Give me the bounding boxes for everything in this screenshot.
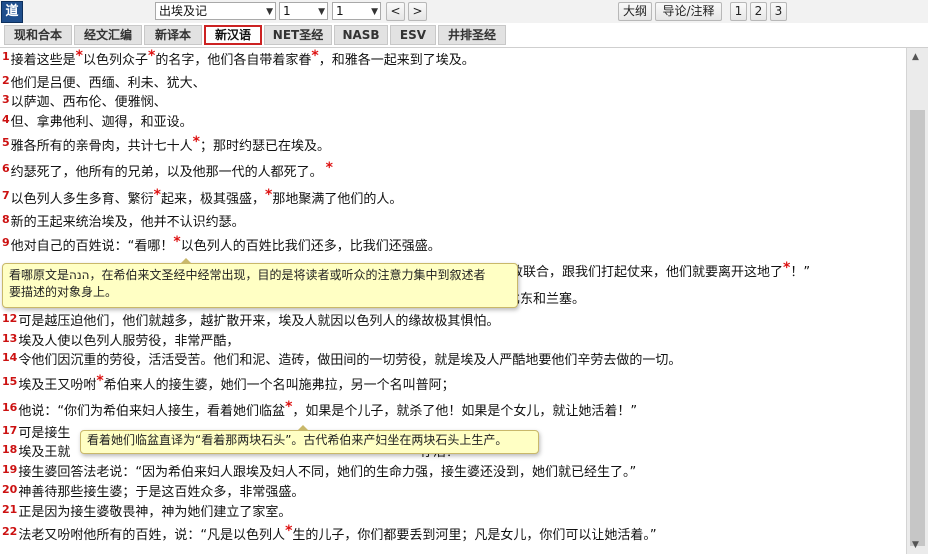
footnote-star-icon[interactable]: *	[265, 187, 272, 203]
verse-21: 21正是因为接生婆敬畏神，神为她们建立了家室。	[2, 503, 292, 520]
tab-net[interactable]: NET圣经	[264, 25, 332, 45]
page-1-button[interactable]: 1	[730, 2, 747, 21]
verse-number: 2	[2, 74, 10, 87]
footnote-tooltip-behold: 看哪原文是הנה，在希伯来文圣经中经常出现，目的是将读者或听众的注意力集中到叙述…	[2, 263, 518, 308]
verse-11-visible-tail: 比东和兰塞。	[507, 292, 586, 307]
tab-cuv[interactable]: 现和合本	[4, 25, 72, 45]
verse-number: 1	[2, 50, 10, 63]
notes-button[interactable]: 导论/注释	[655, 2, 722, 21]
chevron-down-icon: ▼	[371, 7, 378, 17]
verse-number: 12	[2, 312, 18, 325]
scroll-down-icon[interactable]: ▼	[912, 540, 919, 550]
tooltip-pointer-icon	[297, 425, 309, 431]
verse-4: 4但、拿弗他利、迦得，和亚设。	[2, 113, 193, 130]
verse-8: 8新的王起来统治埃及，他并不认识约瑟。	[2, 213, 245, 230]
verse-17: 17可是接生	[2, 424, 71, 441]
vertical-scrollbar[interactable]: ▲ ▼	[906, 48, 928, 554]
toolbar: 道 出埃及记 ▼ 1 ▼ 1 ▼ < > 大纲 导论/注释 1 2 3	[0, 0, 928, 24]
footnote-tooltip-birthstool: 看着她们临盆直译为“看着那两块石头”。古代希伯来产妇坐在两块石头上生产。	[80, 430, 539, 454]
verse-9: 9他对自己的百姓说：“看哪！*以色列人的百姓比我们还多，比我们还强盛。	[2, 234, 441, 254]
verse-number: 19	[2, 463, 18, 476]
verse-1: 1接着这些是*以色列众子*的名字，他们各自带着家眷*，和雅各一起来到了埃及。	[2, 48, 475, 68]
verse-20: 20神善待那些接生婆；于是这百姓众多，非常强盛。	[2, 483, 305, 500]
verse-18: 18埃及王就	[2, 443, 71, 460]
verse-number: 7	[2, 189, 10, 202]
verse-number: 16	[2, 401, 18, 414]
app-logo-icon[interactable]: 道	[1, 1, 23, 23]
verse-10-visible-tail: 致联合，跟我们打起仗来，他们就要离开这地了*！”	[510, 260, 811, 280]
verse-number: 20	[2, 483, 18, 496]
scroll-up-icon[interactable]: ▲	[912, 52, 919, 62]
footnote-star-icon[interactable]: *	[783, 260, 790, 276]
verse-number: 15	[2, 375, 18, 388]
verse-15: 15埃及王又吩咐*希伯来人的接生婆，她们一个名叫施弗拉，另一个名叫普阿；	[2, 373, 455, 393]
footnote-star-icon[interactable]: *	[154, 187, 161, 203]
footnote-star-icon[interactable]: *	[96, 373, 103, 389]
footnote-star-icon[interactable]: *	[76, 48, 83, 64]
tab-esv[interactable]: ESV	[390, 25, 436, 45]
verse-6: 6约瑟死了，他所有的兄弟，以及他那一代的人都死了。 *	[2, 160, 333, 180]
outline-button[interactable]: 大纲	[618, 2, 652, 21]
chevron-down-icon: ▼	[266, 7, 273, 17]
tooltip-text: 看着她们临盆直译为“看着那两块石头”。古代希伯来产妇坐在两块石头上生产。	[87, 433, 508, 447]
translation-tabs: 现和合本 经文汇编 新译本 新汉语 NET圣经 NASB ESV 井排圣经	[0, 23, 928, 48]
verse-7: 7以色列人多生多育、繁衍*起来，极其强盛，*那地聚满了他们的人。	[2, 187, 403, 207]
verse-3: 3以萨迦、西布伦、便雅悯、	[2, 93, 167, 110]
verse-number: 18	[2, 443, 18, 456]
chapter-select[interactable]: 1 ▼	[279, 2, 328, 20]
verse-14: 14令他们因沉重的劳役，活活受苦。他们和泥、造砖，做田间的一切劳役，就是埃及人严…	[2, 351, 682, 368]
verse-19: 19接生婆回答法老说：“因为希伯来妇人跟埃及妇人不同，她们的生命力强，接生婆还没…	[2, 463, 637, 480]
footnote-star-icon[interactable]: *	[311, 48, 318, 64]
page-2-button[interactable]: 2	[750, 2, 767, 21]
verse-number: 21	[2, 503, 18, 516]
verse-number: 14	[2, 351, 18, 364]
tooltip-pointer-icon	[180, 258, 192, 264]
verse-number: 22	[2, 525, 18, 538]
tab-cnv[interactable]: 新译本	[144, 25, 202, 45]
chapter-select-value: 1	[283, 4, 291, 18]
next-chapter-button[interactable]: >	[408, 2, 427, 21]
verse-number: 4	[2, 113, 10, 126]
verse-select[interactable]: 1 ▼	[332, 2, 381, 20]
footnote-star-icon[interactable]: *	[285, 523, 292, 539]
verse-2: 2他们是吕便、西缅、利未、犹大、	[2, 74, 206, 91]
verse-number: 13	[2, 332, 18, 345]
page-3-button[interactable]: 3	[770, 2, 787, 21]
tooltip-text: 看哪原文是הנה，在希伯来文圣经中经常出现，目的是将读者或听众的注意力集中到叙述…	[9, 268, 486, 282]
verse-number: 17	[2, 424, 18, 437]
tab-concordance[interactable]: 经文汇编	[74, 25, 142, 45]
verse-number: 6	[2, 162, 10, 175]
tab-nasb[interactable]: NASB	[334, 25, 388, 45]
scrollbar-thumb[interactable]	[910, 110, 925, 546]
chevron-down-icon: ▼	[318, 7, 325, 17]
footnote-star-icon[interactable]: *	[173, 234, 180, 250]
verse-5: 5雅各所有的亲骨肉，共计七十人*；那时约瑟已在埃及。	[2, 134, 331, 154]
verse-number: 3	[2, 93, 10, 106]
footnote-star-icon[interactable]: *	[285, 399, 292, 415]
verse-select-value: 1	[336, 4, 344, 18]
tab-chinese-new-version[interactable]: 新汉语	[204, 25, 262, 45]
verse-22: 22法老又吩咐他所有的百姓，说：“凡是以色列人*生的儿子，你们都要丢到河里；凡是…	[2, 523, 657, 543]
verse-number: 5	[2, 136, 10, 149]
book-select[interactable]: 出埃及记 ▼	[155, 2, 276, 20]
prev-chapter-button[interactable]: <	[386, 2, 405, 21]
footnote-star-icon[interactable]: *	[193, 134, 200, 150]
footnote-star-icon[interactable]: *	[326, 160, 333, 176]
verse-number: 8	[2, 213, 10, 226]
book-select-value: 出埃及记	[159, 4, 208, 18]
tab-parallel[interactable]: 井排圣经	[438, 25, 506, 45]
verse-number: 9	[2, 236, 10, 249]
footnote-star-icon[interactable]: *	[148, 48, 155, 64]
tooltip-text: 要描述的对象身上。	[9, 285, 118, 299]
verse-16: 16他说：“你们为希伯来妇人接生，看着她们临盆*，如果是个儿子，就杀了他！如果是…	[2, 399, 638, 419]
verse-13: 13埃及人使以色列人服劳役，非常严酷，	[2, 332, 240, 349]
verse-12: 12可是越压迫他们，他们就越多，越扩散开来，埃及人就因以色列人的缘故极其惧怕。	[2, 312, 500, 329]
